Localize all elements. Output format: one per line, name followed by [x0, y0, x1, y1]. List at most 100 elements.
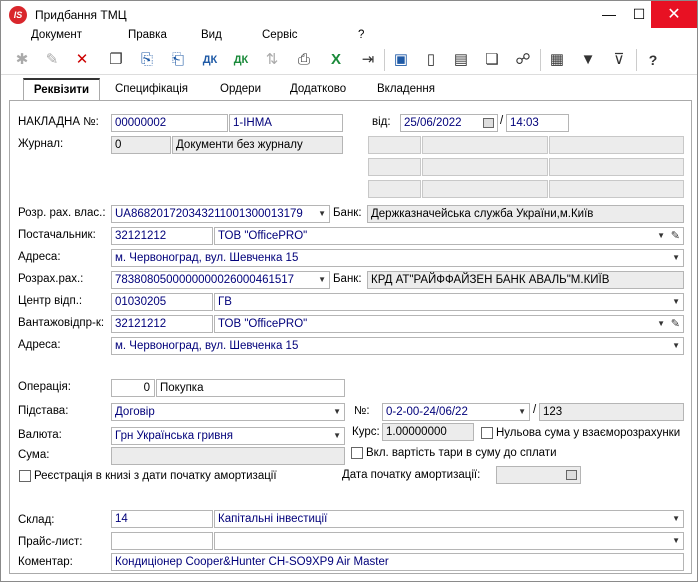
tare-checkbox[interactable]	[351, 447, 363, 459]
rate-field[interactable]: 1.00000000	[382, 423, 474, 441]
calendar-icon[interactable]	[483, 118, 494, 128]
operation-name-field[interactable]: Покупка	[156, 379, 345, 397]
tab-orders[interactable]: Ордери	[220, 83, 261, 95]
edit-icon[interactable]: ✎	[41, 49, 63, 71]
supplier-name-field[interactable]: ТОВ "OfficePRO" ▼ ✎	[214, 227, 684, 245]
from-label: від:	[372, 116, 391, 128]
rate-label: Курс:	[352, 426, 380, 438]
delete-icon[interactable]: ✕	[71, 49, 93, 71]
menu-document[interactable]: Документ	[31, 29, 82, 41]
account-own-value: UA868201720343211001300013179	[115, 208, 303, 220]
book-icon[interactable]: ▯	[420, 49, 442, 71]
warehouse-number-field[interactable]: 14	[111, 510, 213, 528]
export-icon[interactable]: ⎗	[167, 49, 189, 71]
extra-cell	[549, 180, 684, 198]
debit-credit-icon[interactable]: ДК	[199, 49, 221, 71]
menu-help[interactable]: ?	[358, 29, 364, 41]
print-icon[interactable]: ⎙	[293, 49, 315, 71]
menu-service[interactable]: Сервіс	[262, 29, 298, 41]
journal-name-field[interactable]: Документи без журналу	[172, 136, 343, 154]
chevron-down-icon[interactable]: ▼	[333, 428, 341, 444]
registration-checkbox[interactable]	[19, 470, 31, 482]
save-icon[interactable]: ▣	[390, 49, 412, 71]
journal-number-field[interactable]: 0	[111, 136, 171, 154]
center-name-field[interactable]: ГВ ▼	[214, 293, 684, 311]
warehouse-name-field[interactable]: Капітальні інвестиції ▼	[214, 510, 684, 528]
extra-cell	[368, 180, 421, 198]
chevron-down-icon[interactable]: ▼	[672, 511, 680, 527]
pencil-icon[interactable]: ✎	[671, 228, 680, 244]
date-time-separator: /	[500, 115, 504, 127]
tab-requisites[interactable]: Реквізити	[23, 78, 100, 101]
chevron-down-icon[interactable]: ▼	[672, 338, 680, 354]
chevron-down-icon[interactable]: ▼	[318, 206, 326, 222]
chevron-down-icon[interactable]: ▼	[672, 533, 680, 549]
basis-number-field[interactable]: 0-2-00-24/06/22 ▼	[382, 403, 530, 421]
chevron-down-icon[interactable]: ▼	[518, 404, 526, 420]
tab-specification[interactable]: Специфікація	[115, 83, 188, 95]
chevron-down-icon[interactable]: ▼	[657, 316, 665, 332]
filter-icon[interactable]: ▼	[577, 49, 599, 71]
amort-date-field[interactable]	[496, 466, 581, 484]
toolbar-separator	[540, 49, 541, 71]
tab-additional[interactable]: Додатково	[290, 83, 346, 95]
address2-field[interactable]: м. Червоноград, вул. Шевченка 15 ▼	[111, 337, 684, 355]
close-button[interactable]: ✕	[651, 1, 697, 28]
time-field[interactable]: 14:03	[506, 114, 569, 132]
account-own-field[interactable]: UA868201720343211001300013179 ▼	[111, 205, 330, 223]
shipper-name-field[interactable]: ТОВ "OfficePRO" ▼ ✎	[214, 315, 684, 333]
chevron-down-icon[interactable]: ▼	[672, 294, 680, 310]
create-icon[interactable]: ✱	[11, 49, 33, 71]
comment-field[interactable]: Кондиціонер Cooper&Hunter CH-SO9XP9 Air …	[111, 553, 684, 571]
excel-icon[interactable]: X	[325, 49, 347, 71]
maximize-button[interactable]: ☐	[625, 1, 653, 28]
exit-icon[interactable]: ⇥	[357, 49, 379, 71]
address-field[interactable]: м. Червоноград, вул. Шевченка 15 ▼	[111, 249, 684, 267]
document-icon[interactable]: ▤	[450, 49, 472, 71]
sum-label: Сума:	[18, 449, 50, 461]
pricelist-code-field[interactable]	[111, 532, 213, 550]
tab-attachments[interactable]: Вкладення	[377, 83, 435, 95]
import-icon[interactable]: ⎘	[136, 49, 158, 71]
copy-icon[interactable]: ❐	[105, 49, 127, 71]
chevron-down-icon[interactable]: ▼	[333, 404, 341, 420]
pencil-icon[interactable]: ✎	[671, 316, 680, 332]
calendar-icon[interactable]	[566, 470, 577, 480]
debit-credit-green-icon[interactable]: ДК	[230, 49, 252, 71]
chevron-down-icon[interactable]: ▼	[318, 272, 326, 288]
supplier-code-field[interactable]: 32121212	[111, 227, 213, 245]
currency-field[interactable]: Грн Українська гривня ▼	[111, 427, 345, 445]
account-field[interactable]: 7838080500000000026000461517 ▼	[111, 271, 330, 289]
menu-view[interactable]: Вид	[201, 29, 222, 41]
minimize-button[interactable]: —	[595, 1, 623, 28]
invoice-code-field[interactable]: 1-ІНМА	[229, 114, 343, 132]
operation-label: Операція:	[18, 381, 71, 393]
tree-icon[interactable]: ⇅	[261, 49, 283, 71]
grid-icon[interactable]: ▦	[546, 49, 568, 71]
date-field[interactable]: 25/06/2022	[400, 114, 498, 132]
toolbar-separator	[384, 49, 385, 71]
supplier-name-value: ТОВ "OfficePRO"	[218, 230, 308, 242]
zero-sum-checkbox[interactable]	[481, 427, 493, 439]
currency-value: Грн Українська гривня	[115, 430, 233, 442]
pricelist-name-field[interactable]: ▼	[214, 532, 684, 550]
chevron-down-icon[interactable]: ▼	[672, 250, 680, 266]
basis-number2-field[interactable]: 123	[539, 403, 684, 421]
operation-number-field[interactable]: 0	[111, 379, 155, 397]
documents-icon[interactable]: ❏	[481, 49, 503, 71]
center-code-field[interactable]: 01030205	[111, 293, 213, 311]
menu-bar: Документ Правка Вид Сервіс ?	[1, 28, 697, 45]
basis-field[interactable]: Договір ▼	[111, 403, 345, 421]
menu-edit[interactable]: Правка	[128, 29, 167, 41]
bank-field[interactable]: КРД АТ"РАЙФФАЙЗЕН БАНК АВАЛЬ"М.КИЇВ	[367, 271, 684, 289]
hierarchy-icon[interactable]: ☍	[512, 49, 534, 71]
sum-field[interactable]	[111, 447, 345, 465]
bank-own-field[interactable]: Держказначейська служба України,м.Київ	[367, 205, 684, 223]
basis-value: Договір	[115, 406, 155, 418]
chevron-down-icon[interactable]: ▼	[657, 228, 665, 244]
shipper-code-field[interactable]: 32121212	[111, 315, 213, 333]
help-icon[interactable]: ?	[642, 49, 664, 71]
basis-number-separator: /	[533, 404, 537, 416]
invoice-number-field[interactable]: 00000002	[111, 114, 228, 132]
filter-clear-icon[interactable]: ⊽	[608, 49, 630, 71]
